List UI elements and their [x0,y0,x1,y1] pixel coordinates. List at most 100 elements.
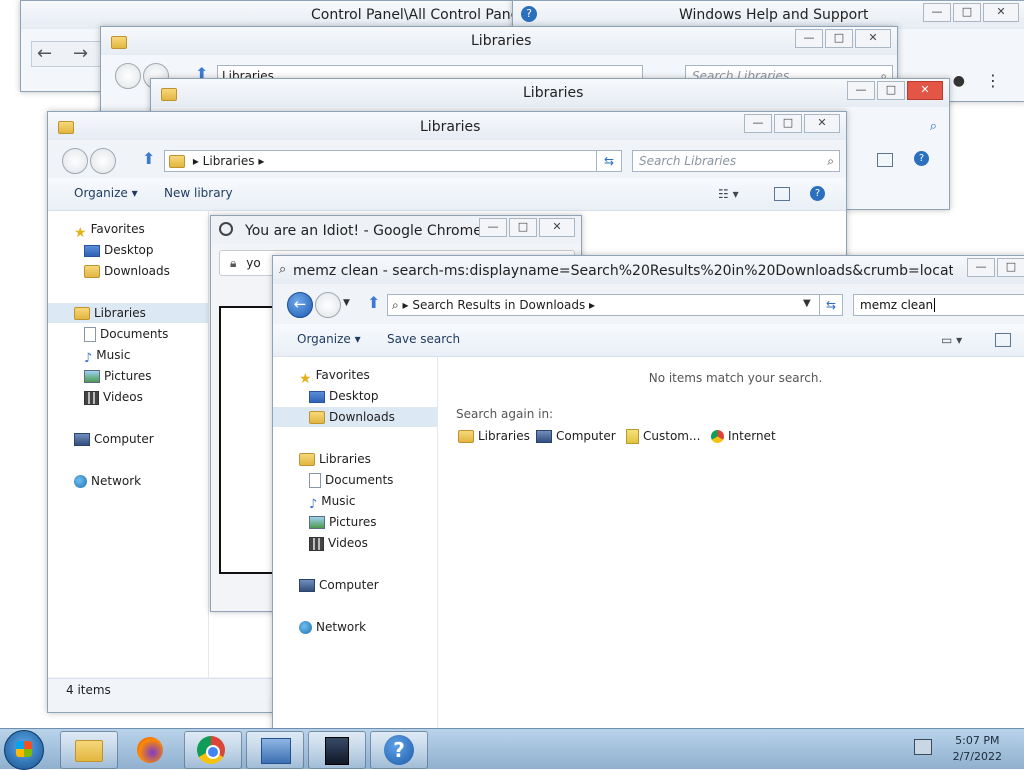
recent-pages-icon[interactable]: ▼ [343,298,350,308]
search-input[interactable]: memz clean [853,294,1024,316]
nav-label: Computer [319,578,379,592]
address-dropdown-icon[interactable]: ▼ [803,298,811,309]
taskbar-firefox[interactable] [122,731,180,769]
maximize-button[interactable]: □ [997,258,1024,277]
search-again-custom[interactable]: Custom... [626,429,700,444]
forward-arrow-icon[interactable]: → [73,43,88,64]
taskbar-computer[interactable] [308,731,366,769]
preview-pane-icon[interactable] [774,187,790,201]
address-bar[interactable]: ⌕ ▸ Search Results in Downloads ▸ [387,294,821,316]
minimize-button[interactable]: — [795,29,823,48]
libraries-main-titlebar[interactable]: Libraries — □ ✕ [48,112,846,140]
chrome-titlebar[interactable]: You are an Idiot! - Google Chrome — □ ✕ [211,216,581,244]
nav-label: Documents [325,473,394,487]
nav-desktop[interactable]: Desktop [273,386,437,406]
taskbar-help[interactable]: ? [370,731,428,769]
search-icon[interactable]: ⌕ [930,119,937,134]
refresh-icon[interactable]: ⇆ [819,294,843,316]
minimize-button[interactable]: — [744,114,772,133]
close-button[interactable]: ✕ [855,29,891,48]
preview-pane-icon[interactable] [995,333,1011,347]
nav-computer[interactable]: Computer [48,429,208,449]
forward-button[interactable] [90,148,116,174]
maximize-button[interactable]: □ [509,218,537,237]
search-again-libraries[interactable]: Libraries [458,429,530,443]
close-button[interactable]: ✕ [539,218,575,237]
nav-network[interactable]: Network [48,471,208,491]
preview-pane-icon[interactable] [877,153,893,167]
start-button[interactable] [4,730,44,770]
search-results-titlebar[interactable]: ⌕ memz clean - search-ms:displayname=Sea… [273,256,1024,284]
nav-downloads[interactable]: Downloads [48,261,208,281]
search-results-navrow: ← ▼ ⬆ ⌕ ▸ Search Results in Downloads ▸ … [273,290,1024,320]
nav-music[interactable]: ♪ Music [48,345,208,366]
close-button[interactable]: ✕ [907,81,943,100]
nav-libraries[interactable]: Libraries [273,449,437,469]
libraries-back-titlebar[interactable]: Libraries — □ ✕ [101,27,897,55]
more-icon[interactable]: ⋮ [985,71,1001,90]
new-library-button[interactable]: New library [164,186,233,200]
taskbar-control-panel[interactable] [246,731,304,769]
libraries-mid-titlebar[interactable]: Libraries — □ ✕ [151,79,949,107]
maximize-button[interactable]: □ [825,29,853,48]
back-arrow-icon[interactable]: ← [37,43,52,64]
libraries-icon [74,307,90,320]
maximize-button[interactable]: □ [877,81,905,100]
nav-network[interactable]: Network [273,617,437,637]
close-button[interactable]: ✕ [983,3,1019,22]
nav-documents[interactable]: Documents [48,324,208,344]
nav-label: Music [321,494,356,508]
music-icon: ♪ [84,350,93,366]
network-tray-icon[interactable] [914,739,932,755]
close-button[interactable]: ✕ [804,114,840,133]
nav-favorites[interactable]: ★ Favorites [48,219,208,241]
help-icon[interactable]: ? [810,186,825,201]
minimize-button[interactable]: — [967,258,995,277]
forward-button[interactable] [315,292,341,318]
address-bar[interactable]: ▸ Libraries ▸ [164,150,598,172]
back-button[interactable] [115,63,141,89]
organize-button[interactable]: Organize ▾ [74,186,138,200]
nav-label: Favorites [315,368,370,382]
chrome-url: yo [246,256,261,270]
nav-downloads[interactable]: Downloads [273,407,437,427]
taskbar-chrome[interactable] [184,731,242,769]
maximize-button[interactable]: □ [953,3,981,22]
organize-button[interactable]: Organize ▾ [297,332,361,346]
help-icon[interactable]: ? [914,151,929,166]
minimize-button[interactable]: — [923,3,951,22]
view-options-icon[interactable]: ▭ ▾ [941,333,962,347]
nav-pictures[interactable]: Pictures [273,512,437,532]
system-clock[interactable]: 5:07 PM 2/7/2022 [953,733,1002,765]
up-arrow-icon[interactable]: ⬆ [142,149,155,168]
nav-favorites[interactable]: ★ Favorites [273,365,437,387]
back-button[interactable] [62,148,88,174]
user-icon[interactable]: ● [953,73,965,89]
nav-pictures[interactable]: Pictures [48,366,208,386]
search-again-internet[interactable]: Internet [711,429,776,443]
nav-documents[interactable]: Documents [273,470,437,490]
taskbar-explorer[interactable] [60,731,118,769]
search-input[interactable]: Search Libraries ⌕ [632,150,840,172]
minimize-button[interactable]: — [847,81,875,100]
back-button[interactable]: ← [287,292,313,318]
nav-music[interactable]: ♪ Music [273,491,437,512]
refresh-icon[interactable]: ⇆ [596,150,622,172]
nav-computer[interactable]: Computer [273,575,437,595]
nav-label: Libraries [94,306,146,320]
nav-libraries[interactable]: Libraries [48,303,208,323]
search-again-computer[interactable]: Computer [536,429,616,443]
nav-desktop[interactable]: Desktop [48,240,208,260]
save-search-button[interactable]: Save search [387,332,460,346]
nav-videos[interactable]: Videos [48,387,208,407]
minimize-button[interactable]: — [479,218,507,237]
nav-videos[interactable]: Videos [273,533,437,553]
help-titlebar[interactable]: ? Windows Help and Support — □ ✕ [513,1,1024,29]
nav-label: Pictures [329,515,377,529]
location-label: Computer [556,429,616,443]
search-results-controls: — □ [965,258,1024,277]
maximize-button[interactable]: □ [774,114,802,133]
view-options-icon[interactable]: ☷ ▾ [718,187,739,201]
chrome-controls: — □ ✕ [477,218,575,237]
up-arrow-icon[interactable]: ⬆ [367,293,380,312]
